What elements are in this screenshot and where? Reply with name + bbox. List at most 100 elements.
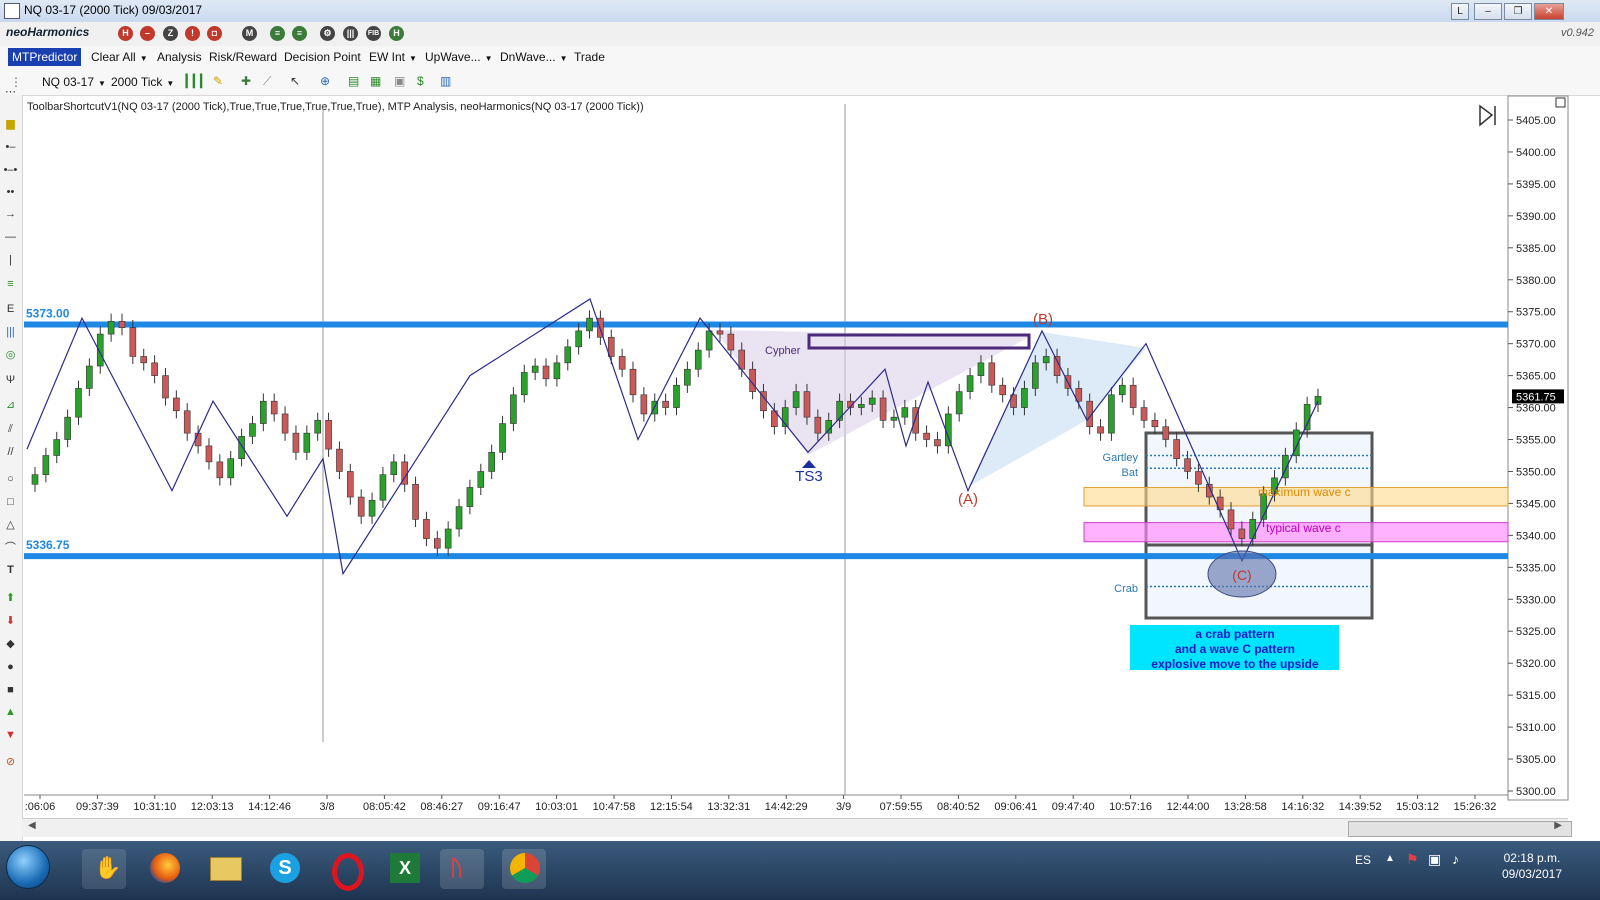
hand-app[interactable]: ✋ bbox=[82, 849, 126, 889]
candle-body bbox=[31, 474, 39, 485]
scrollbar-thumb[interactable] bbox=[1348, 821, 1572, 837]
candle-body bbox=[1042, 356, 1050, 364]
candle-body bbox=[662, 400, 669, 408]
max-wave-c-label: maximum wave c bbox=[1258, 485, 1351, 499]
crab-label: Crab bbox=[1114, 583, 1138, 595]
candle-body bbox=[1162, 426, 1170, 440]
x-tick-label: 09:16:47 bbox=[478, 801, 521, 813]
opera-icon bbox=[332, 853, 364, 891]
clock[interactable]: 02:18 p.m. 09/03/2017 bbox=[1502, 850, 1562, 882]
y-tick-label: 5340.00 bbox=[1516, 530, 1556, 542]
x-tick-label: 08:40:52 bbox=[937, 801, 980, 813]
chrome-app[interactable] bbox=[502, 849, 546, 889]
x-tick-label: 14:42:29 bbox=[765, 801, 808, 813]
candle-body bbox=[738, 349, 746, 370]
candle-body bbox=[325, 420, 332, 450]
skype-app[interactable]: S bbox=[262, 849, 306, 889]
x-tick-label: 3/8 bbox=[319, 801, 334, 813]
candle-body bbox=[1140, 407, 1148, 421]
x-tick-label: 14:16:32 bbox=[1281, 801, 1324, 813]
candle-body bbox=[1129, 384, 1137, 408]
current-price-label: 5361.75 bbox=[1516, 391, 1556, 403]
folder-app[interactable] bbox=[202, 849, 246, 889]
y-tick-label: 5360.00 bbox=[1516, 403, 1556, 415]
x-tick-label: 10:47:58 bbox=[593, 801, 636, 813]
bat-label: Bat bbox=[1121, 467, 1138, 479]
firefox-app[interactable] bbox=[142, 849, 186, 889]
typical-wave-c-label: typical wave c bbox=[1266, 521, 1341, 535]
y-tick-label: 5310.00 bbox=[1516, 722, 1556, 734]
candle-body bbox=[162, 375, 169, 399]
candle-body bbox=[42, 455, 50, 475]
x-tick-label: 09:37:39 bbox=[76, 801, 119, 813]
chart-scrollbar[interactable]: ◀ ▶ bbox=[22, 818, 1572, 837]
x-tick-label: 08:46:27 bbox=[420, 801, 463, 813]
y-tick-label: 5365.00 bbox=[1516, 371, 1556, 383]
gartley-label: Gartley bbox=[1103, 452, 1139, 464]
network-icon[interactable]: ▣ bbox=[1428, 851, 1441, 868]
level-label: 5336.75 bbox=[26, 538, 70, 552]
candle-body bbox=[1021, 388, 1028, 408]
candle-body bbox=[716, 330, 724, 335]
candle-body bbox=[803, 391, 811, 418]
candle-body bbox=[466, 487, 474, 507]
price-chart[interactable]: 5405.00 5400.00 5395.00 5390.00 5385.00 5380.… bbox=[0, 0, 1600, 900]
scroll-left-icon[interactable]: ◀ bbox=[28, 820, 36, 831]
candle-body bbox=[129, 327, 137, 357]
tray-expand-icon[interactable]: ▲ bbox=[1385, 853, 1395, 864]
clock-time: 02:18 p.m. bbox=[1503, 851, 1561, 865]
y-tick-label: 5335.00 bbox=[1516, 562, 1556, 574]
candle-body bbox=[923, 432, 930, 440]
candle-body bbox=[379, 474, 387, 501]
candle-body bbox=[1184, 458, 1191, 472]
candle-body bbox=[281, 413, 289, 434]
y-tick-label: 5300.00 bbox=[1516, 786, 1556, 798]
candle-body bbox=[336, 448, 343, 472]
wave-b-label: (B) bbox=[1033, 311, 1053, 328]
candle-body bbox=[510, 394, 517, 424]
candle-body bbox=[1097, 426, 1104, 434]
note-line: a crab pattern bbox=[1195, 627, 1274, 641]
candle-body bbox=[347, 471, 354, 498]
y-tick-label: 5345.00 bbox=[1516, 498, 1556, 510]
y-tick-label: 5305.00 bbox=[1516, 754, 1556, 766]
wave-a-label: (A) bbox=[958, 491, 978, 508]
candle-body bbox=[858, 404, 865, 408]
scroll-right-icon[interactable]: ▶ bbox=[1554, 820, 1562, 831]
candle-body bbox=[303, 432, 311, 453]
y-tick-label: 5315.00 bbox=[1516, 690, 1556, 702]
candle-body bbox=[586, 317, 593, 332]
candle-body bbox=[107, 320, 115, 335]
chrome-icon bbox=[510, 853, 540, 883]
candle-body bbox=[542, 365, 550, 380]
candle-body bbox=[966, 375, 974, 392]
candle-body bbox=[357, 496, 365, 517]
y-tick-label: 5350.00 bbox=[1516, 466, 1556, 478]
candle-body bbox=[901, 407, 909, 418]
opera-app[interactable] bbox=[322, 849, 366, 891]
candle-body bbox=[934, 439, 941, 447]
candle-body bbox=[75, 388, 82, 418]
candle-body bbox=[999, 384, 1006, 396]
language-indicator[interactable]: ES bbox=[1355, 853, 1371, 867]
candle-body bbox=[553, 362, 561, 380]
ninjatrader-app[interactable]: ᚢ bbox=[440, 849, 484, 889]
y-tick-label: 5375.00 bbox=[1516, 307, 1556, 319]
candle-body bbox=[564, 346, 572, 364]
ninjatrader-icon: ᚢ bbox=[450, 855, 464, 880]
start-button[interactable] bbox=[6, 845, 50, 889]
excel-app[interactable]: X bbox=[382, 849, 426, 889]
candle-body bbox=[1249, 519, 1257, 539]
candle-body bbox=[151, 362, 158, 376]
scroll-to-end-icon bbox=[1479, 104, 1496, 127]
candle-body bbox=[879, 397, 887, 421]
candle-body bbox=[792, 391, 800, 408]
candle-body bbox=[433, 538, 441, 549]
candle-body bbox=[1238, 528, 1246, 539]
excel-icon: X bbox=[390, 853, 420, 883]
candle-body bbox=[390, 461, 398, 475]
y-tick-label: 5330.00 bbox=[1516, 594, 1556, 606]
flag-icon[interactable]: ⚑ bbox=[1406, 851, 1419, 868]
volume-icon[interactable]: ♪ bbox=[1452, 851, 1459, 867]
level-label: 5373.00 bbox=[26, 306, 70, 320]
